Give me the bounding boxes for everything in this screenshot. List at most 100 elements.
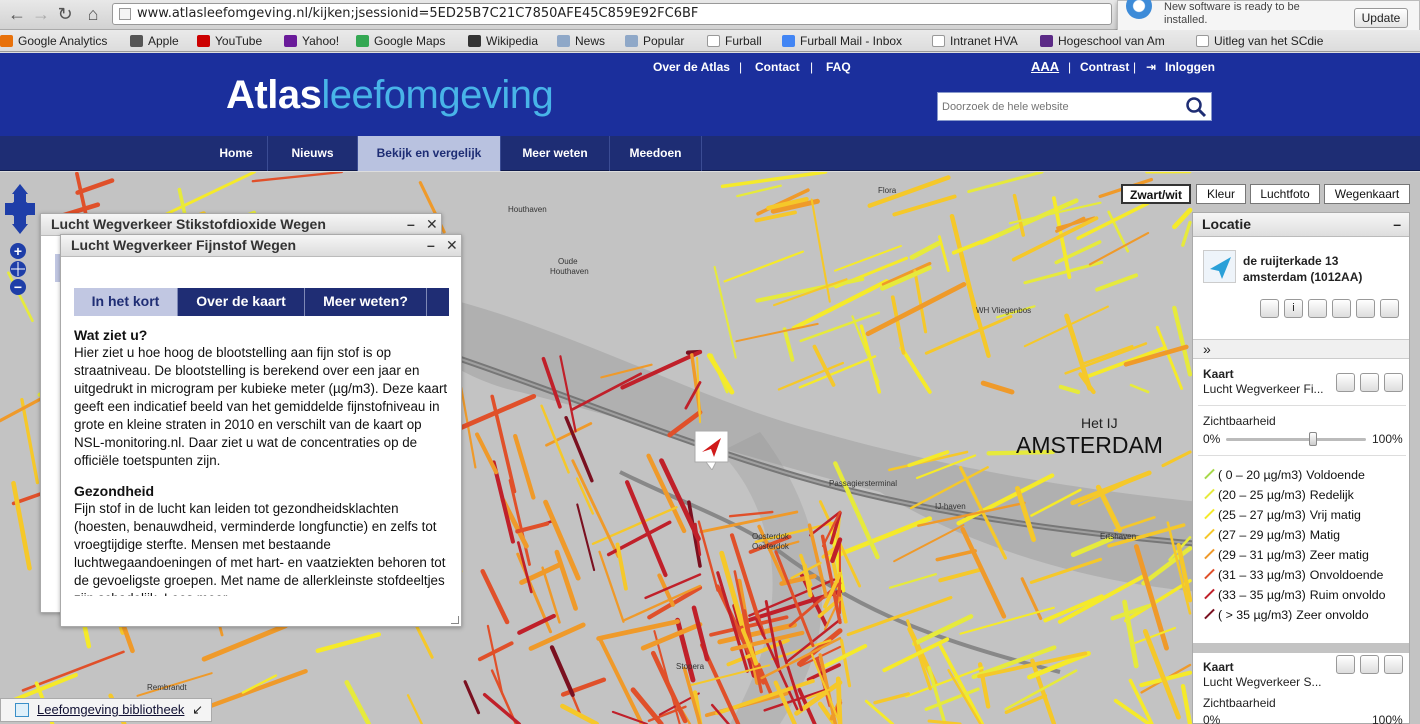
- library-link[interactable]: Leefomgeving bibliotheek: [37, 702, 184, 717]
- google-icon: [782, 35, 795, 47]
- legend-range: (20 – 25 µg/m3): [1218, 488, 1306, 502]
- link-contrast[interactable]: Contrast: [1080, 60, 1129, 74]
- search-icon[interactable]: [1185, 96, 1207, 118]
- nav-meedoen[interactable]: Meedoen: [610, 136, 702, 171]
- site-logo[interactable]: Atlasleefomgeving: [226, 73, 554, 117]
- trash-icon[interactable]: [1384, 655, 1403, 674]
- search-input[interactable]: [938, 93, 1178, 120]
- opacity-slider[interactable]: [1226, 432, 1366, 446]
- edit-layer-icon[interactable]: [1336, 655, 1355, 674]
- maptype-luchtfoto[interactable]: Luchtfoto: [1250, 184, 1320, 204]
- minimize-icon[interactable]: –: [427, 235, 435, 256]
- nav-home[interactable]: Home: [205, 136, 268, 171]
- location-marker-icon[interactable]: [694, 430, 730, 470]
- bookmark-label: Popular: [643, 34, 685, 48]
- maps-icon: [356, 35, 369, 47]
- bookmark-item[interactable]: Intranet HVA: [932, 33, 1018, 49]
- bookmark-item[interactable]: Furball Mail - Inbox: [782, 33, 902, 49]
- close-icon[interactable]: ✕: [426, 214, 438, 235]
- panel-fijnstof-title: Lucht Wegverkeer Fijnstof Wegen – ✕: [61, 235, 461, 257]
- minimize-icon[interactable]: –: [1393, 213, 1401, 236]
- maptype-wegenkaart[interactable]: Wegenkaart: [1324, 184, 1410, 204]
- logo-part-atlas: Atlas: [226, 73, 322, 117]
- link-contact[interactable]: Contact: [755, 60, 800, 74]
- forward-icon[interactable]: →: [30, 3, 52, 25]
- share-icon[interactable]: [1332, 299, 1351, 318]
- expand-arrow-icon[interactable]: ↙: [192, 699, 203, 721]
- tab-meer-weten[interactable]: Meer weten?: [305, 288, 427, 316]
- bookmark-item[interactable]: Furball: [707, 33, 762, 49]
- save-icon[interactable]: [1308, 299, 1327, 318]
- legend-range: (25 – 27 µg/m3): [1218, 508, 1306, 522]
- zoom-to-location-icon[interactable]: [1260, 299, 1279, 318]
- bookmark-item[interactable]: Wikipedia: [468, 33, 538, 49]
- legend-swatch: [1204, 528, 1215, 540]
- back-icon[interactable]: ←: [6, 3, 28, 25]
- maptype-kleur[interactable]: Kleur: [1196, 184, 1246, 204]
- bookmark-item[interactable]: Yahoo!: [284, 33, 339, 49]
- map-canvas[interactable]: Houthaven Oude Houthaven Flora WH Vliege…: [0, 172, 1420, 724]
- legend-row: (27 – 29 µg/m3) Matig: [1203, 528, 1340, 542]
- legend-swatch: [1204, 608, 1215, 620]
- resize-handle-icon[interactable]: [451, 616, 459, 624]
- tab-over-de-kaart[interactable]: Over de kaart: [178, 288, 305, 316]
- library-bar[interactable]: Leefomgeving bibliotheek ↙: [0, 698, 212, 722]
- legend-row: (31 – 33 µg/m3) Onvoldoende: [1203, 568, 1383, 582]
- info-icon[interactable]: i: [1284, 299, 1303, 318]
- right-sidebar: Locatie – de ruijterkade 13 amsterdam (1…: [1192, 212, 1410, 724]
- home-icon[interactable]: ⌂: [82, 3, 104, 25]
- trash-icon[interactable]: [1384, 373, 1403, 392]
- edit-layer-icon[interactable]: [1336, 373, 1355, 392]
- panel-fijnstof: Lucht Wegverkeer Fijnstof Wegen – ✕ In h…: [60, 234, 462, 627]
- bookmark-item[interactable]: Uitleg van het SCdie: [1196, 33, 1323, 49]
- folder-icon: [625, 35, 638, 47]
- print-icon[interactable]: [1380, 299, 1399, 318]
- maptype-zwart-wit[interactable]: Zwart/wit: [1121, 184, 1191, 204]
- svg-text:+: +: [14, 243, 22, 259]
- reload-icon[interactable]: ↻: [54, 3, 76, 25]
- wikipedia-icon: [468, 35, 481, 47]
- link-over-de-atlas[interactable]: Over de Atlas: [653, 60, 730, 74]
- site-search: [937, 92, 1212, 121]
- settings-layer-icon[interactable]: [1360, 373, 1379, 392]
- bookmark-item[interactable]: News: [557, 33, 605, 49]
- map-label-flora: Flora: [878, 186, 897, 195]
- update-button[interactable]: Update: [1354, 8, 1408, 28]
- nav-meer-weten[interactable]: Meer weten: [501, 136, 610, 171]
- hva-icon: [1040, 35, 1053, 47]
- panel-stikstofdioxide-title-text: Lucht Wegverkeer Stikstofdioxide Wegen: [51, 216, 326, 232]
- bookmark-label: Wikipedia: [486, 34, 539, 48]
- legend-swatch: [1204, 588, 1215, 600]
- panel-content[interactable]: Wat ziet u? Hier ziet u hoe hoog de bloo…: [74, 326, 454, 596]
- bookmark-label: Apple: [148, 34, 179, 48]
- bookmark-item[interactable]: Google Maps: [356, 33, 445, 49]
- panel-tabs: In het kort Over de kaart Meer weten?: [74, 288, 449, 316]
- panel-stikstofdioxide-title: Lucht Wegverkeer Stikstofdioxide Wegen –…: [41, 214, 441, 236]
- legend-label: Voldoende: [1306, 468, 1365, 482]
- link-inloggen[interactable]: Inloggen: [1165, 60, 1215, 74]
- settings-layer-icon[interactable]: [1360, 655, 1379, 674]
- pan-zoom-icons: + −: [5, 184, 35, 295]
- close-icon[interactable]: ✕: [446, 235, 458, 256]
- bookmark-item[interactable]: Hogeschool van Am: [1040, 33, 1165, 49]
- minimize-icon[interactable]: –: [407, 214, 415, 235]
- bookmark-item[interactable]: Apple: [130, 33, 179, 49]
- nav-nieuws[interactable]: Nieuws: [268, 136, 358, 171]
- bookmark-label: Furball Mail - Inbox: [800, 34, 903, 48]
- legend-row: (29 – 31 µg/m3) Zeer matig: [1203, 548, 1369, 562]
- wrench-icon[interactable]: [1356, 299, 1375, 318]
- link-faq[interactable]: FAQ: [826, 60, 851, 74]
- opacity-slider-knob[interactable]: [1308, 432, 1317, 446]
- tab-in-het-kort[interactable]: In het kort: [74, 288, 178, 316]
- bookmark-label: News: [575, 34, 606, 48]
- bookmark-label: Hogeschool van Am: [1058, 34, 1165, 48]
- bookmark-item[interactable]: Popular: [625, 33, 684, 49]
- expand-toggle-icon[interactable]: »: [1193, 339, 1409, 359]
- address-bar[interactable]: www.atlasleefomgeving.nl/kijken;jsession…: [112, 3, 1112, 25]
- bookmark-item[interactable]: Google Analytics: [0, 33, 107, 49]
- bookmark-item[interactable]: YouTube: [197, 33, 262, 49]
- legend-label: Onvoldoende: [1309, 568, 1384, 582]
- text-size-control[interactable]: AAA: [1031, 59, 1059, 74]
- legend-swatch: [1204, 548, 1215, 560]
- nav-bekijk-en-vergelijk[interactable]: Bekijk en vergelijk: [358, 136, 501, 171]
